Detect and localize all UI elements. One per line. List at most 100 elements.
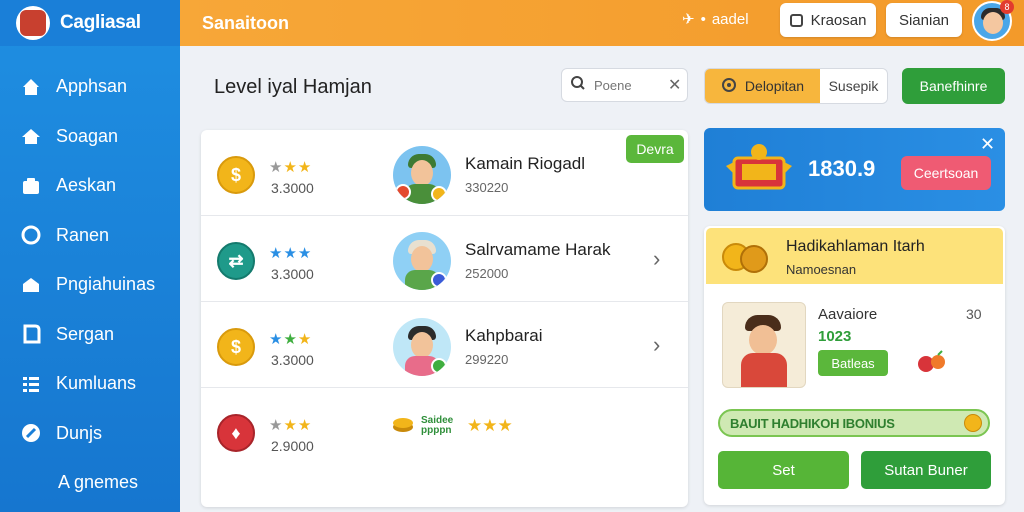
kraosan-button[interactable]: Kraosan xyxy=(780,3,876,37)
home-icon xyxy=(20,76,42,98)
segment-label: Delopitan xyxy=(744,78,805,94)
exchange-icon: ⇄ xyxy=(217,242,255,280)
promo-banner: 1830.9 Ceertsoan ✕ xyxy=(704,128,1005,211)
promo-action-button[interactable]: Ceertsoan xyxy=(901,156,991,190)
rating-stars: ★★★ xyxy=(269,417,313,434)
coin-small-icon xyxy=(431,186,447,202)
player-name: Salrvamame Harak xyxy=(465,240,611,259)
list-item[interactable]: $ ★★★ 3.3000 Kahpbarai 299220 › xyxy=(201,302,688,388)
kraosan-button-label: Kraosan xyxy=(810,11,867,29)
brand-title: Cagliasal xyxy=(60,12,141,33)
character-name: Aavaiore xyxy=(818,306,878,323)
coins-stack-icon xyxy=(391,412,415,439)
segmented-control: Delopitan Susepik xyxy=(704,68,888,104)
list-item[interactable]: ⇄ ★★★ 3.3000 Salrvamame Harak 252000 › xyxy=(201,216,688,302)
checkbox-icon xyxy=(789,13,803,27)
banefhinre-button[interactable]: Banefhinre xyxy=(902,68,1005,104)
sidebar-item-label: Soagan xyxy=(56,125,119,146)
page-title: Level iyal Hamjan xyxy=(214,76,372,98)
sidebar-item-pngiahuinas[interactable]: Pngiahuinas xyxy=(0,260,180,310)
player-name: Kamain Riogadl xyxy=(465,154,586,173)
batleas-button[interactable]: Batleas xyxy=(818,350,888,376)
sidebar-item-soagan[interactable]: Soagan xyxy=(0,112,180,162)
sidebar-nav: Apphsan Soagan Aeskan Ranen Pngiahuinas … xyxy=(0,46,180,508)
sidebar-item-apphsan[interactable]: Apphsan xyxy=(0,62,180,112)
sidebar-item-label: Pngiahuinas xyxy=(56,274,156,295)
bonus-stars: ★★★ xyxy=(467,415,513,435)
bonus-progress: BAUIT HADHIKOH IBONIUS xyxy=(718,409,990,437)
ruby-icon: ♦ xyxy=(217,414,255,452)
compass-icon xyxy=(20,422,42,444)
reward-card: Hadikahlaman Itarh Namoesnan Aavaiore 10… xyxy=(704,226,1005,505)
sutan-buner-button[interactable]: Sutan Buner xyxy=(861,451,991,489)
row-score: 3.3000 xyxy=(271,266,314,282)
avatar-face xyxy=(983,12,1003,34)
topbar-title: Sanaitoon xyxy=(202,12,290,33)
chevron-right-icon[interactable]: › xyxy=(653,246,660,272)
player-avatar xyxy=(393,146,451,204)
sidebar-item-label: Ranen xyxy=(56,224,110,245)
close-icon[interactable]: ✕ xyxy=(980,134,995,155)
sidebar-item-a-gnemes[interactable]: A gnemes xyxy=(0,458,180,508)
player-name: Kahpbarai xyxy=(465,326,543,345)
coin-icon: $ xyxy=(217,328,255,366)
dot-icon: • xyxy=(700,10,706,28)
search-input[interactable] xyxy=(594,77,660,93)
coin-icon xyxy=(964,414,982,432)
topbar: Sanaitoon ✈ • aadel Kraosan Sianian 8 xyxy=(180,0,1024,46)
sidebar-item-kumluans[interactable]: Kumluans xyxy=(0,359,180,409)
player-points: 330220 xyxy=(465,180,509,195)
sianian-button-label: Sianian xyxy=(898,11,950,29)
sidebar-item-label: Aeskan xyxy=(56,175,117,196)
pin-icon: ✈ xyxy=(682,11,695,28)
row-score: 2.9000 xyxy=(271,438,314,454)
set-button[interactable]: Set xyxy=(718,451,849,489)
grid-icon xyxy=(20,373,42,395)
treasure-chest-icon xyxy=(722,140,796,194)
row-score: 3.3000 xyxy=(271,352,314,368)
sianian-button[interactable]: Sianian xyxy=(886,3,962,37)
sidebar-item-ranen[interactable]: Ranen xyxy=(0,211,180,261)
sidebar: Cagliasal Apphsan Soagan Aeskan Ranen Pn… xyxy=(0,0,180,512)
close-icon[interactable]: ✕ xyxy=(668,75,681,95)
badge-icon xyxy=(431,272,447,288)
chevron-right-icon[interactable]: › xyxy=(653,332,660,358)
folder-icon xyxy=(20,175,42,197)
reward-title: Hadikahlaman Itarh xyxy=(786,238,925,255)
player-points: 252000 xyxy=(465,266,509,281)
rating-stars: ★★★ xyxy=(269,245,313,262)
sidebar-item-label: A gnemes xyxy=(58,472,139,493)
search-icon xyxy=(570,75,586,96)
player-avatar xyxy=(393,318,451,376)
sidebar-item-label: Dunjs xyxy=(56,422,103,443)
sidebar-item-aeskan[interactable]: Aeskan xyxy=(0,161,180,211)
segment-susepik[interactable]: Susepik xyxy=(820,69,887,103)
character-number: 1023 xyxy=(818,328,852,345)
sidebar-item-dunjs[interactable]: Dunjs xyxy=(0,409,180,459)
brand[interactable]: Cagliasal xyxy=(0,0,180,46)
player-points: 299220 xyxy=(465,352,509,367)
segment-label: Susepik xyxy=(828,78,879,94)
topbar-link-label: aadel xyxy=(711,10,749,28)
bonus-line: Saidee ppppn ★★★ xyxy=(391,412,513,439)
fruit-icon xyxy=(916,350,948,374)
coin-icon: $ xyxy=(217,156,255,194)
circle-icon xyxy=(20,224,42,246)
sidebar-item-sergan[interactable]: Sergan xyxy=(0,310,180,360)
progress-label: BAUIT HADHIKOH IBONIUS xyxy=(730,415,895,431)
notification-badge: 8 xyxy=(1000,0,1014,14)
reward-header: Hadikahlaman Itarh Namoesnan xyxy=(706,228,1003,284)
topbar-link[interactable]: ✈ • aadel xyxy=(682,10,749,29)
leaderboard-list: Devra $ ★★★ 3.3000 Kamain Riogadl 330220… xyxy=(201,130,688,507)
rating-stars: ★★★ xyxy=(269,331,313,348)
coins-icon xyxy=(720,240,770,274)
bonus-text: Saidee ppppn xyxy=(421,414,454,436)
list-item[interactable]: ♦ ★★★ 2.9000 Saidee ppppn ★★★ xyxy=(201,388,688,474)
bookmark-icon xyxy=(20,323,42,345)
sidebar-item-label: Apphsan xyxy=(56,76,128,97)
rating-stars: ★★★ xyxy=(269,159,313,176)
character-portrait xyxy=(722,302,806,388)
list-item[interactable]: $ ★★★ 3.3000 Kamain Riogadl 330220 xyxy=(201,130,688,216)
segment-delopitan[interactable]: Delopitan xyxy=(705,69,820,103)
badge-icon xyxy=(431,358,447,374)
